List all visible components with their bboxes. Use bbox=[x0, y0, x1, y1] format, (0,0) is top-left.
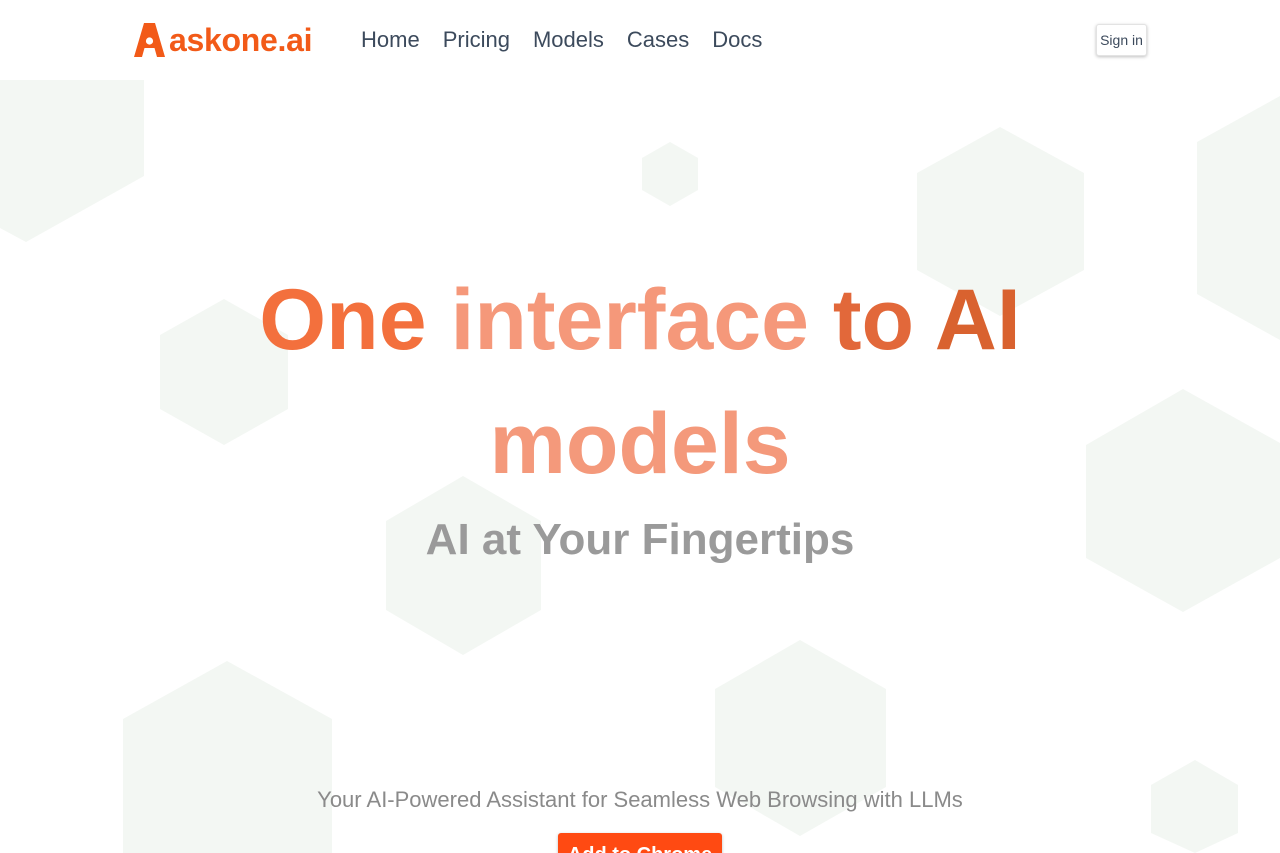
headline-word: AI bbox=[934, 272, 1021, 368]
add-to-chrome-button[interactable]: Add to Chrome bbox=[558, 833, 722, 853]
nav-link-cases[interactable]: Cases bbox=[627, 26, 689, 54]
headline-line-1: One interface to AI bbox=[0, 258, 1280, 382]
brand-name: askone.ai bbox=[169, 22, 313, 58]
brand-logo-link[interactable]: askone.ai bbox=[134, 22, 312, 58]
nav-link-home[interactable]: Home bbox=[361, 26, 420, 54]
sign-in-button[interactable]: Sign in bbox=[1096, 24, 1147, 56]
headline-word: to bbox=[832, 272, 915, 368]
hero-tagline: Your AI-Powered Assistant for Seamless W… bbox=[317, 787, 963, 812]
headline-word: interface bbox=[450, 272, 809, 368]
nav-link-models[interactable]: Models bbox=[533, 26, 604, 54]
letter-a-logo-icon bbox=[134, 23, 165, 57]
nav-link-pricing[interactable]: Pricing bbox=[443, 26, 510, 54]
site-header: askone.ai Home Pricing Models Cases Docs… bbox=[0, 0, 1280, 80]
main-navigation: Home Pricing Models Cases Docs bbox=[361, 26, 785, 54]
hero-section: One interface to AI models AI at Your Fi… bbox=[0, 80, 1280, 853]
headline-word: models bbox=[489, 396, 791, 492]
nav-link-docs[interactable]: Docs bbox=[712, 26, 762, 54]
hero-subheadline: AI at Your Fingertips bbox=[425, 515, 855, 564]
hero-headline: One interface to AI models bbox=[0, 258, 1280, 506]
headline-word: One bbox=[259, 272, 427, 368]
headline-line-2: models bbox=[0, 382, 1280, 506]
landing-page: askone.ai Home Pricing Models Cases Docs… bbox=[0, 0, 1280, 853]
